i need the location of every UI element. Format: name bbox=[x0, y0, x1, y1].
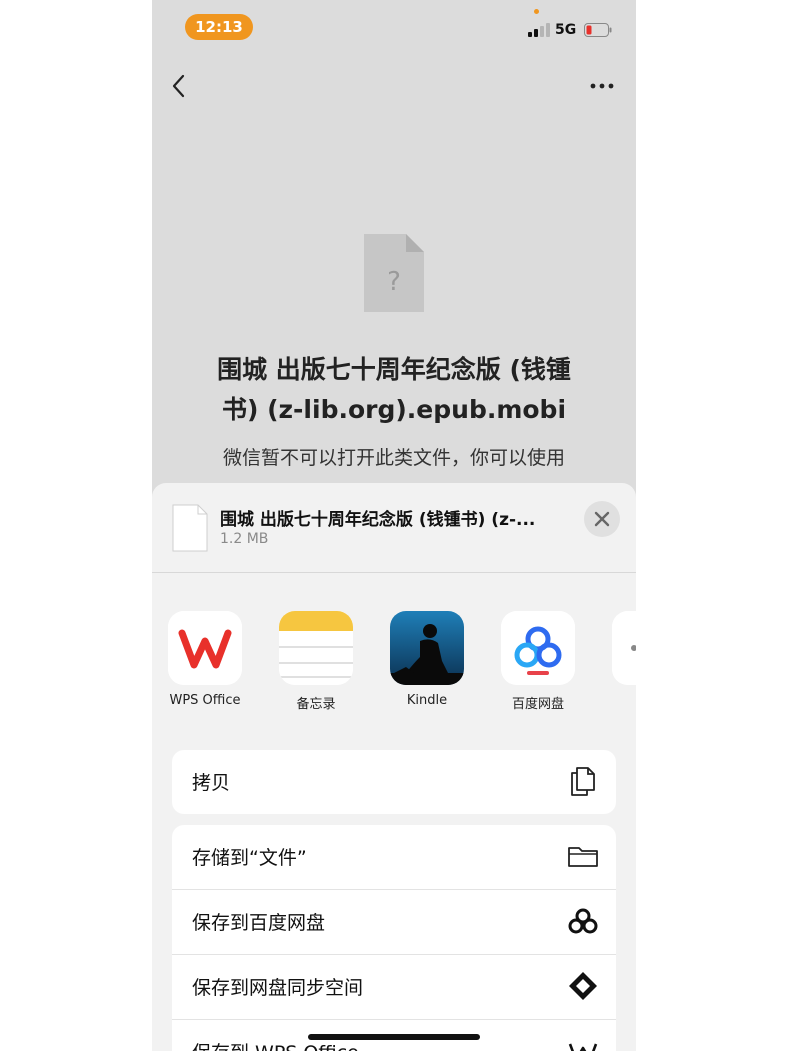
status-time: 12:13 bbox=[185, 14, 253, 40]
folder-icon bbox=[568, 847, 598, 867]
svg-text:?: ? bbox=[387, 267, 401, 297]
shared-file-name: 围城 出版七十周年纪念版 (钱锺书) (z-... bbox=[220, 510, 536, 530]
action-label: 保存到百度网盘 bbox=[192, 912, 326, 934]
unsupported-file-message: 微信暂不可以打开此类文件，你可以使用 bbox=[222, 447, 565, 469]
back-chevron-icon[interactable] bbox=[168, 72, 190, 100]
action-label: 存储到“文件” bbox=[192, 847, 307, 869]
document-title: 围城 出版七十周年纪念版 (钱锺 书) (z-lib.org).epub.mob… bbox=[182, 350, 606, 430]
more-apps-icon bbox=[612, 611, 636, 685]
app-label: 备忘录 bbox=[296, 697, 336, 712]
share-app-row: WPS Office 备忘录 Kindle 百度网盘 bbox=[152, 611, 636, 721]
baidu-netdisk-icon bbox=[568, 908, 598, 934]
share-sheet: 围城 出版七十周年纪念版 (钱锺书) (z-... 1.2 MB WPS Off… bbox=[152, 483, 636, 1051]
close-icon bbox=[594, 511, 610, 527]
signal-icon bbox=[528, 23, 550, 37]
copy-icon bbox=[571, 767, 595, 796]
wps-office-icon bbox=[168, 611, 242, 685]
action-save-to-files[interactable]: 存储到“文件” bbox=[172, 825, 616, 890]
wps-office-icon bbox=[568, 1043, 598, 1051]
more-options-icon[interactable] bbox=[588, 76, 616, 96]
document-title-line1: 围城 出版七十周年纪念版 (钱锺 bbox=[217, 355, 571, 384]
shared-file-size: 1.2 MB bbox=[220, 531, 269, 547]
app-label: WPS Office bbox=[169, 693, 241, 708]
file-icon bbox=[172, 504, 208, 552]
baidu-netdisk-icon bbox=[501, 611, 575, 685]
action-label: 拷贝 bbox=[192, 772, 231, 794]
home-indicator[interactable] bbox=[308, 1034, 480, 1040]
action-save-to-baidu-netdisk[interactable]: 保存到百度网盘 bbox=[172, 890, 616, 955]
action-group-save: 存储到“文件” 保存到百度网盘 保存到网盘同步空间 bbox=[172, 825, 616, 1051]
action-copy[interactable]: 拷贝 bbox=[172, 750, 616, 814]
share-sheet-header: 围城 出版七十周年纪念版 (钱锺书) (z-... 1.2 MB bbox=[152, 483, 636, 573]
document-title-line2: 书) (z-lib.org).epub.mobi bbox=[221, 395, 567, 424]
notes-icon bbox=[279, 611, 353, 685]
action-label: 保存到网盘同步空间 bbox=[192, 977, 364, 999]
app-label: Kindle bbox=[406, 693, 448, 708]
action-save-to-sync-space[interactable]: 保存到网盘同步空间 bbox=[172, 955, 616, 1020]
sync-space-icon bbox=[569, 972, 597, 1000]
unknown-file-icon: ? bbox=[364, 234, 424, 312]
app-label: 百度网盘 bbox=[511, 697, 564, 712]
close-button[interactable] bbox=[584, 501, 620, 537]
network-type: 5G bbox=[555, 22, 577, 38]
phone-screen: 12:13 5G ? 围城 出版七十周年纪念版 (钱锺 书) (z-lib.or… bbox=[152, 0, 636, 1051]
kindle-icon bbox=[390, 611, 464, 685]
camera-indicator-dot bbox=[534, 9, 539, 14]
action-group-copy: 拷贝 bbox=[172, 750, 616, 814]
battery-icon bbox=[584, 23, 612, 37]
